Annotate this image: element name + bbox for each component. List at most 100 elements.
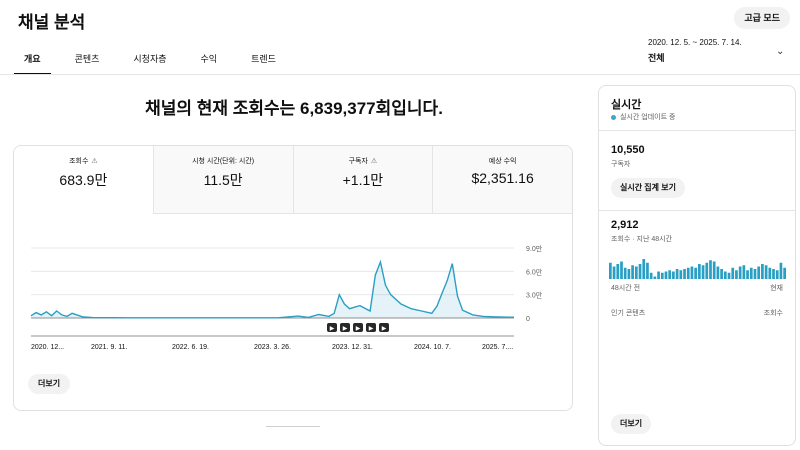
advanced-mode-button[interactable]: 고급 모드 <box>734 7 790 29</box>
realtime-bar[interactable] <box>660 272 664 279</box>
header-divider <box>0 74 800 75</box>
tab-audience[interactable]: 시청자층 <box>123 47 176 75</box>
x-tick-label: 2020. 12... <box>31 344 64 351</box>
realtime-bar[interactable] <box>683 269 686 279</box>
realtime-bar[interactable] <box>712 261 716 280</box>
realtime-bar[interactable] <box>764 265 768 279</box>
views-line-chart[interactable]: 9.0만 6.0만 3.0만 0 ▶ ▶ ▶ ▶ ▶ 2020. 12... 2021. 9. 11… <box>14 214 572 364</box>
metric-views[interactable]: 조회수 ⚠ 683.9만 <box>14 146 153 214</box>
realtime-bar[interactable] <box>657 271 660 280</box>
metric-label: 조회수 <box>69 158 89 165</box>
metric-label: 구독자 <box>348 158 368 165</box>
realtime-bar[interactable] <box>646 262 649 279</box>
realtime-bar[interactable] <box>675 269 679 279</box>
realtime-bar[interactable] <box>698 264 701 279</box>
realtime-bar[interactable] <box>783 267 786 279</box>
realtime-bar[interactable] <box>723 271 727 280</box>
x-tick-label: 2021. 9. 11. <box>91 344 128 351</box>
y-tick-label: 9.0만 <box>526 244 543 253</box>
realtime-axis-start: 48시간 전 <box>611 285 641 292</box>
realtime-bar[interactable] <box>775 270 779 279</box>
realtime-bar[interactable] <box>738 266 742 280</box>
realtime-bar[interactable] <box>631 265 634 279</box>
metric-label: 예상 수익 <box>488 158 517 165</box>
realtime-bar[interactable] <box>727 272 731 279</box>
tab-revenue[interactable]: 수익 <box>191 47 228 75</box>
overview-card: 조회수 ⚠ 683.9만 시청 시간(단위: 시간) 11.5만 구독자 ⚠ +1.… <box>13 145 573 411</box>
chevron-down-icon[interactable]: ⌄ <box>776 46 784 57</box>
more-button[interactable]: 더보기 <box>28 374 71 394</box>
video-marker-icon: ▶ <box>343 325 348 332</box>
realtime-bar[interactable] <box>746 270 749 279</box>
realtime-bar[interactable] <box>672 271 675 280</box>
realtime-bar[interactable] <box>620 261 623 280</box>
tab-bar: 개요 콘텐츠 시청자층 수익 트렌드 <box>14 47 300 75</box>
realtime-bar[interactable] <box>731 267 735 279</box>
realtime-bar[interactable] <box>609 262 612 279</box>
metric-watch-time[interactable]: 시청 시간(단위: 시간) 11.5만 <box>152 146 293 214</box>
realtime-bar[interactable] <box>742 265 746 279</box>
realtime-bar[interactable] <box>701 265 705 279</box>
metric-revenue[interactable]: 예상 수익 $2,351.16 <box>432 146 572 214</box>
realtime-subscribers-label: 구독자 <box>611 161 631 168</box>
realtime-bar[interactable] <box>668 270 672 279</box>
realtime-bar[interactable] <box>634 266 638 280</box>
realtime-bar[interactable] <box>749 267 753 279</box>
realtime-bar[interactable] <box>709 260 712 279</box>
tab-content[interactable]: 콘텐츠 <box>65 47 110 75</box>
x-tick-label: 2024. 10. 7. <box>414 344 451 351</box>
realtime-bar[interactable] <box>653 276 657 280</box>
metric-value: 11.5만 <box>203 172 243 188</box>
realtime-bar[interactable] <box>694 267 697 279</box>
video-marker-icon: ▶ <box>382 325 387 332</box>
realtime-bar[interactable] <box>768 267 772 279</box>
realtime-bar[interactable] <box>616 264 620 279</box>
realtime-bar[interactable] <box>716 266 720 280</box>
metric-label: 시청 시간(단위: 시간) <box>192 158 255 165</box>
realtime-title: 실시간 <box>611 99 642 111</box>
scroll-indicator <box>266 426 320 427</box>
live-count-button[interactable]: 실시간 집계 보기 <box>611 178 685 198</box>
realtime-status-text: 실시간 업데이트 중 <box>620 114 676 121</box>
realtime-views-label: 조회수 · 지난 48시간 <box>611 236 673 243</box>
realtime-bar[interactable] <box>642 259 646 279</box>
realtime-bar[interactable] <box>757 266 761 280</box>
realtime-bar[interactable] <box>686 267 690 279</box>
realtime-views: 2,912 <box>611 219 639 231</box>
y-tick-label: 0 <box>526 316 530 323</box>
headline: 채널의 현재 조회수는 6,839,377회입니다. <box>145 99 443 118</box>
realtime-bar[interactable] <box>649 272 653 279</box>
realtime-bar[interactable] <box>690 266 694 280</box>
metric-tabs: 조회수 ⚠ 683.9만 시청 시간(단위: 시간) 11.5만 구독자 ⚠ +1.… <box>14 146 572 214</box>
tab-overview[interactable]: 개요 <box>14 47 51 75</box>
realtime-bar[interactable] <box>623 267 627 279</box>
realtime-bar[interactable] <box>679 270 683 279</box>
realtime-bar[interactable] <box>753 269 757 279</box>
video-marker-icon: ▶ <box>356 325 361 332</box>
x-tick-label: 2023. 12. 31. <box>332 344 373 351</box>
realtime-bar[interactable] <box>735 270 738 279</box>
tab-trends[interactable]: 트렌드 <box>241 47 286 75</box>
realtime-bar-chart[interactable] <box>609 257 787 279</box>
realtime-bar[interactable] <box>772 269 775 279</box>
realtime-bar[interactable] <box>720 269 723 279</box>
realtime-subscribers: 10,550 <box>611 144 645 156</box>
date-range-value[interactable]: 전체 <box>648 51 665 64</box>
x-tick-label: 2022. 6. 19. <box>172 344 209 351</box>
realtime-bar[interactable] <box>664 271 668 280</box>
warning-icon: ⚠ <box>91 158 98 165</box>
date-range-text[interactable]: 2020. 12. 5. ~ 2025. 7. 14. <box>648 38 742 47</box>
realtime-panel: 실시간 실시간 업데이트 중 10,550 구독자 실시간 집계 보기 2,91… <box>598 85 796 446</box>
warning-icon: ⚠ <box>370 158 378 165</box>
y-tick-label: 6.0만 <box>526 267 543 276</box>
realtime-more-button[interactable]: 더보기 <box>611 414 652 434</box>
views-area <box>31 262 514 318</box>
realtime-bar[interactable] <box>761 264 764 279</box>
realtime-bar[interactable] <box>638 264 642 279</box>
realtime-bar[interactable] <box>779 262 783 279</box>
realtime-bar[interactable] <box>705 262 709 279</box>
metric-subscribers[interactable]: 구독자 ⚠ +1.1만 <box>292 146 433 214</box>
divider <box>599 210 795 211</box>
realtime-bar[interactable] <box>612 266 616 280</box>
realtime-bar[interactable] <box>627 269 631 279</box>
